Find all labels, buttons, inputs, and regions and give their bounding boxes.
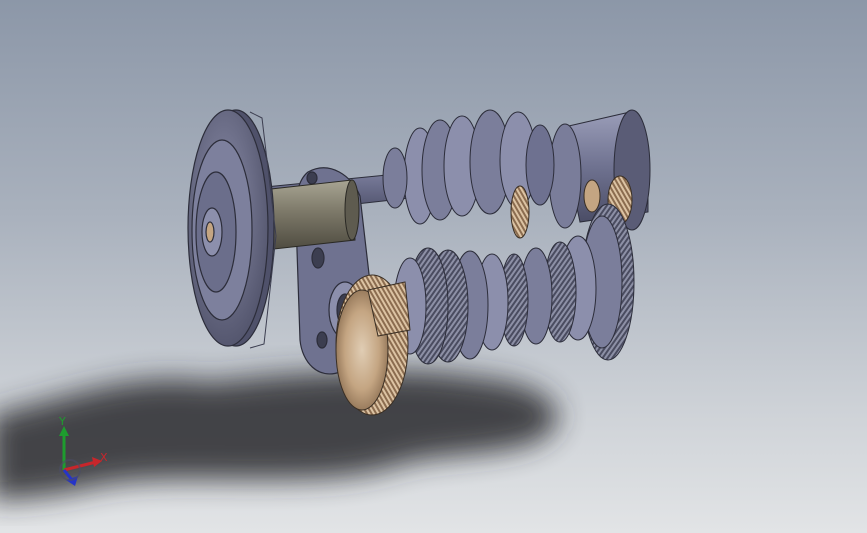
input-shaft[interactable] bbox=[261, 179, 360, 251]
gearbox-model-scene[interactable] bbox=[0, 0, 867, 533]
flywheel[interactable] bbox=[187, 109, 277, 349]
x-axis-label: X bbox=[100, 451, 108, 464]
y-axis-arrow-icon bbox=[59, 426, 69, 470]
y-axis-label: Y bbox=[59, 415, 66, 428]
x-axis-arrow-icon bbox=[63, 457, 102, 472]
coordinate-triad: Y X bbox=[48, 412, 118, 492]
graphics-viewport[interactable]: Y X bbox=[0, 0, 867, 533]
